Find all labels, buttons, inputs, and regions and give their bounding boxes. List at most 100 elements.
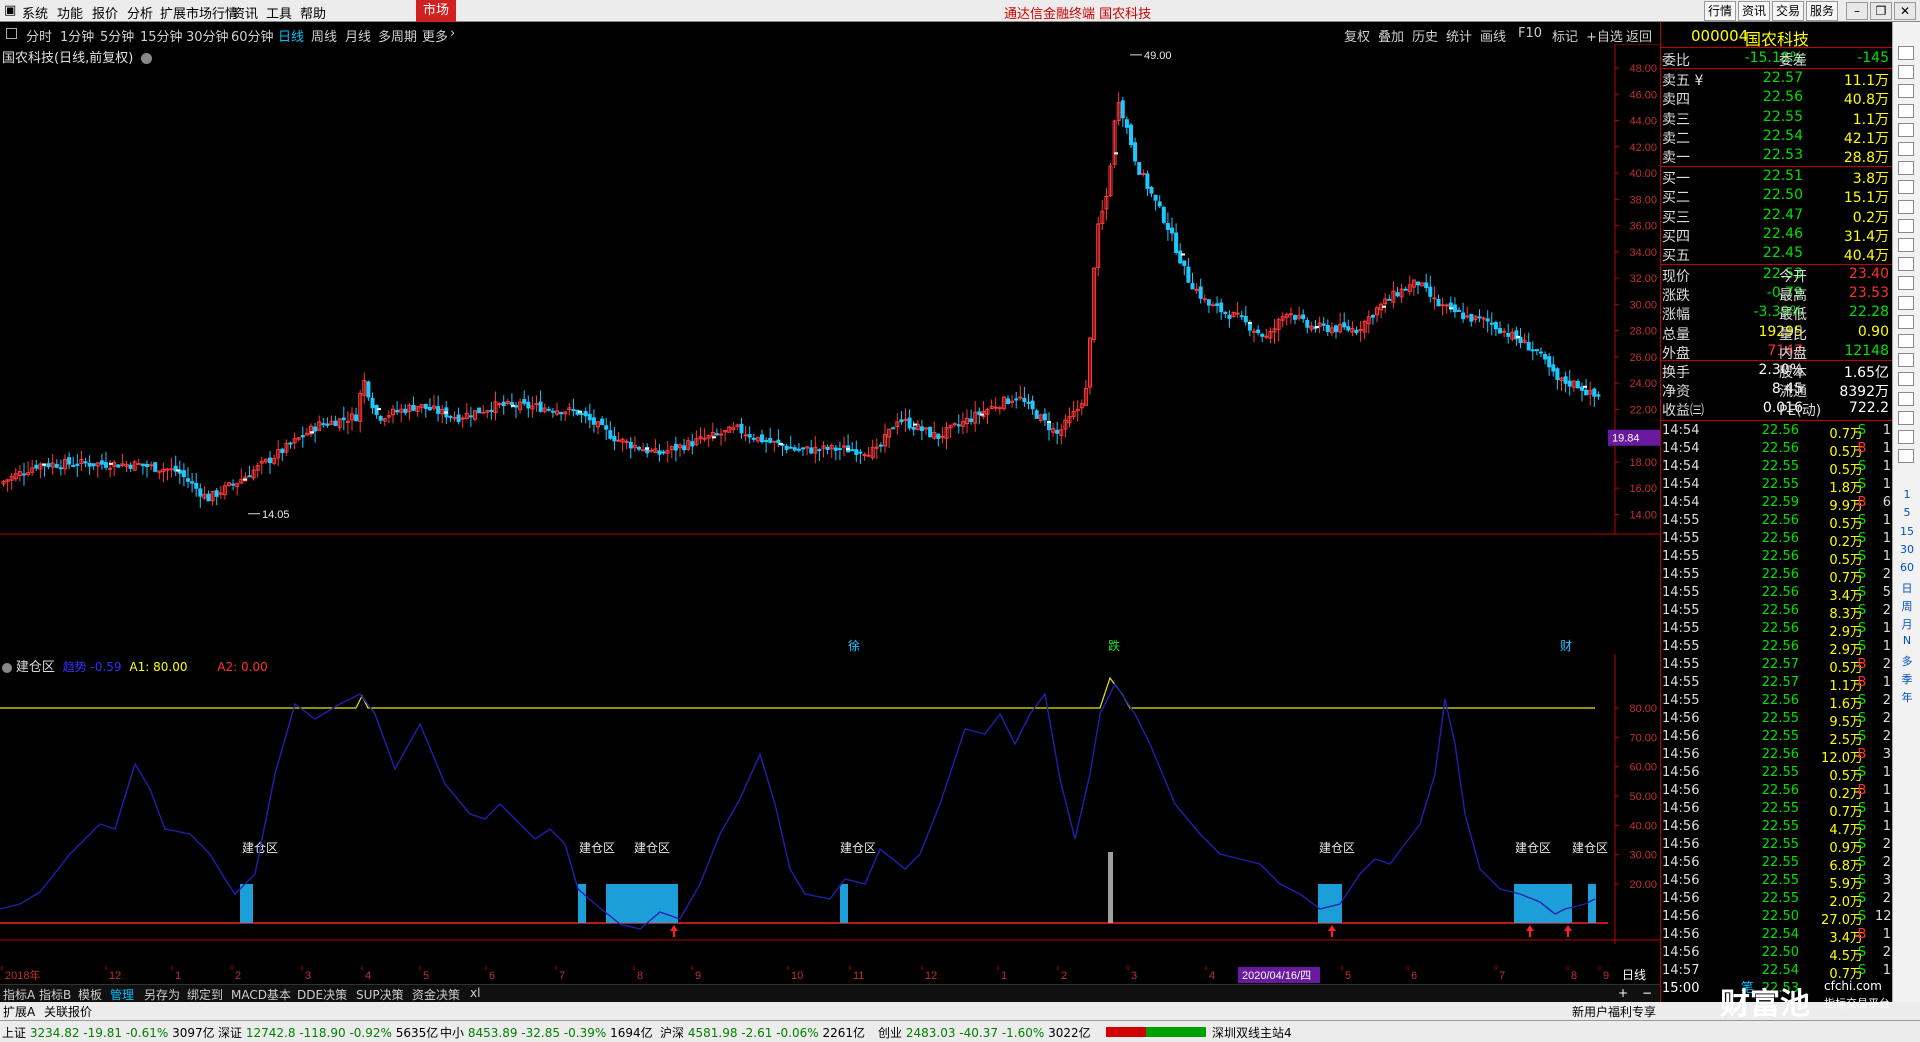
candlestick-chart[interactable]: 48.00 46.00 44.00 42.00 40.00 38.00 36.00 34.00… [0,44,1660,654]
side-tool-icon[interactable] [1898,391,1914,406]
menu-item-analysis[interactable]: 分析 [127,3,153,22]
zoom-out-icon[interactable]: − [1642,986,1652,1000]
side-tool-icon[interactable] [1898,449,1914,464]
side-tool-icon[interactable] [1898,257,1914,272]
side-tool-icon[interactable] [1898,180,1914,195]
period-60min[interactable]: 60分钟 [231,26,274,45]
panel-toggle-icon[interactable] [6,28,17,39]
menu-item-tools[interactable]: 工具 [266,3,292,22]
candle-body [649,449,654,452]
tab-macd[interactable]: MACD基本 [231,986,291,1003]
tool-draw[interactable]: 画线 [1480,26,1506,45]
side-tool-icon[interactable] [1898,353,1914,368]
tool-stats[interactable]: 统计 [1446,26,1472,45]
info-tab-button[interactable]: 资讯 [1738,1,1770,21]
side-tool-icon[interactable] [1898,84,1914,99]
tool-add-watchlist[interactable]: +自选 [1586,26,1623,45]
index-hs[interactable]: 沪深 4581.98 -2.61 -0.06% 2261亿 [660,1024,865,1041]
menu-item-info[interactable]: 资讯 [232,3,258,22]
menu-item-ext-market[interactable]: 扩展市场行情 [160,3,238,22]
ext-tab-related[interactable]: 关联报价 [44,1003,92,1020]
side-tool-icon[interactable] [1898,199,1914,214]
side-tool-icon[interactable] [1898,372,1914,387]
menu-item-system[interactable]: 系统 [22,3,48,22]
side-tool-icon[interactable] [1898,122,1914,137]
side-period-label[interactable]: 年 [1897,689,1917,705]
tab-manage[interactable]: 管理 [110,986,134,1003]
period-15min[interactable]: 15分钟 [140,26,183,45]
period-multi[interactable]: 多周期 [378,26,417,45]
app-icon[interactable]: ▣ [4,3,16,18]
side-period-label[interactable]: 1 [1897,488,1917,501]
menu-item-function[interactable]: 功能 [57,3,83,22]
tab-save-as[interactable]: 另存为 [144,986,180,1003]
side-period-label[interactable]: 15 [1897,525,1917,538]
side-tool-icon[interactable] [1898,65,1914,80]
menu-item-quote[interactable]: 报价 [92,3,118,22]
side-period-label[interactable]: 多 [1897,653,1917,669]
side-tool-icon[interactable] [1898,218,1914,233]
side-tool-icon[interactable] [1898,334,1914,348]
side-tool-icon[interactable] [1898,314,1914,329]
promo-link[interactable]: 新用户福利专享 [1572,1003,1656,1020]
tab-indicator-b[interactable]: 指标B [39,986,71,1003]
side-tool-icon[interactable] [1898,238,1914,252]
chevron-right-icon[interactable]: › [450,26,455,41]
settings-dot-icon[interactable] [141,53,153,64]
period-intraday[interactable]: 分时 [26,26,52,45]
index-zx[interactable]: 中小 8453.89 -32.85 -0.39% 1694亿 [440,1024,653,1041]
period-5min[interactable]: 5分钟 [100,26,134,45]
period-monthly[interactable]: 月线 [345,26,371,45]
period-daily[interactable]: 日线 [278,26,304,45]
market-button[interactable]: 市场 [416,0,456,22]
side-tool-icon[interactable] [1898,295,1914,310]
tab-dde[interactable]: DDE决策 [297,986,347,1003]
side-tool-icon[interactable] [1898,161,1914,176]
side-tool-icon[interactable] [1898,410,1914,425]
side-tool-icon[interactable] [1898,142,1914,156]
tab-indicator-a[interactable]: 指标A [3,986,35,1003]
index-sh[interactable]: 上证 3234.82 -19.81 -0.61% 3097亿 [2,1024,215,1041]
trade-tab-button[interactable]: 交易 [1772,1,1804,21]
tool-mark[interactable]: 标记 [1552,26,1578,45]
candle-body [71,464,76,467]
tool-overlay[interactable]: 叠加 [1378,26,1404,45]
side-period-label[interactable]: 60 [1897,561,1917,574]
tab-sup[interactable]: SUP决策 [356,986,404,1003]
quote-tab-button[interactable]: 行情 [1704,1,1736,21]
tab-xl[interactable]: xl [470,986,480,1000]
side-period-label[interactable]: 5 [1897,506,1917,519]
minimize-icon[interactable]: – [1846,2,1868,20]
ext-tab-a[interactable]: 扩展A [3,1003,35,1020]
period-1min[interactable]: 1分钟 [60,26,94,45]
side-tool-icon[interactable] [1898,46,1914,60]
tab-bind[interactable]: 绑定到 [187,986,223,1003]
side-period-label[interactable]: 日 [1897,580,1917,596]
side-period-label[interactable]: 季 [1897,671,1917,687]
tool-adjust[interactable]: 复权 [1344,26,1370,45]
side-tool-icon[interactable] [1898,103,1914,118]
period-30min[interactable]: 30分钟 [186,26,229,45]
period-more[interactable]: 更多 [422,26,448,45]
tool-back[interactable]: 返回 [1626,26,1652,45]
side-period-label[interactable]: N [1897,634,1917,647]
menu-item-help[interactable]: 帮助 [300,3,326,22]
index-cy[interactable]: 创业 2483.03 -40.37 -1.60% 3022亿 [878,1024,1091,1041]
index-sz[interactable]: 深证 12742.8 -118.90 -0.92% 5635亿 [218,1024,438,1041]
tab-fund[interactable]: 资金决策 [412,986,460,1003]
service-tab-button[interactable]: 服务 [1806,1,1838,21]
zoom-in-icon[interactable]: + [1618,986,1628,1000]
close-icon[interactable]: ✕ [1894,2,1916,20]
tab-template[interactable]: 模板 [78,986,102,1003]
side-period-label[interactable]: 周 [1897,598,1917,614]
side-tool-icon[interactable] [1898,276,1914,291]
period-weekly[interactable]: 周线 [311,26,337,45]
tool-f10[interactable]: F10 [1518,26,1542,41]
side-tool-icon[interactable] [1898,430,1914,444]
side-period-label[interactable]: 30 [1897,543,1917,556]
side-period-label[interactable]: 月 [1897,616,1917,632]
maximize-icon[interactable]: ❐ [1870,2,1892,20]
tool-history[interactable]: 历史 [1412,26,1438,45]
indicator-chart[interactable]: 80.00 70.00 60.00 50.00 40.00 30.00 20.00 建仓区 建仓… [0,654,1660,964]
server-label[interactable]: 深圳双线主站4 [1212,1024,1292,1041]
